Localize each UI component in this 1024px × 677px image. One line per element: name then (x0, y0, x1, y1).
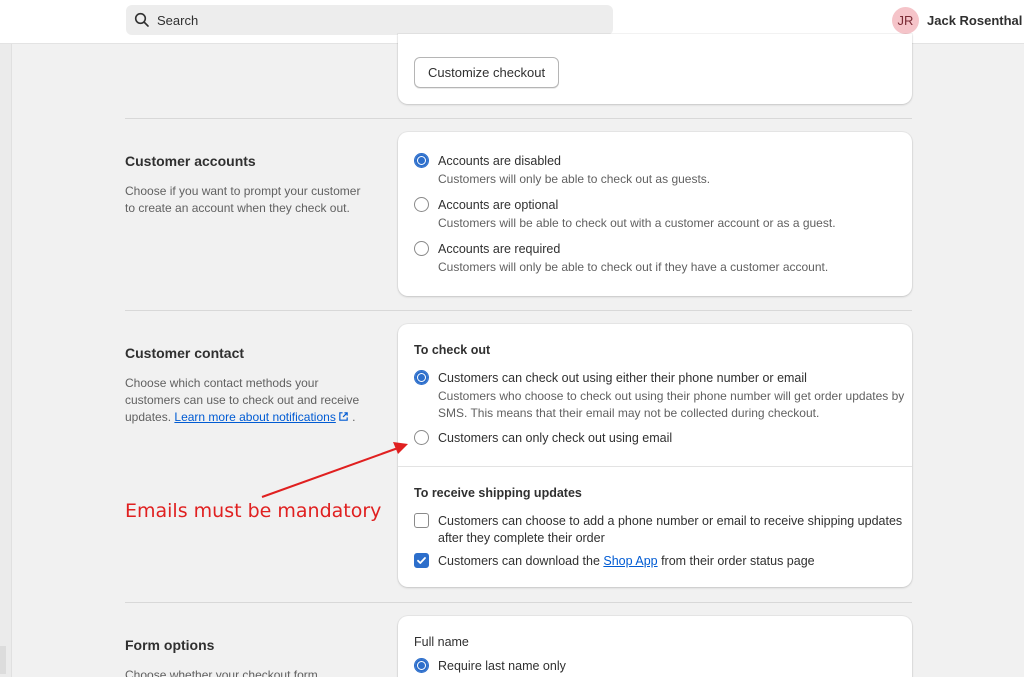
option-help: Customers will be able to check out with… (438, 216, 836, 230)
option-help: Customers will only be able to check out… (438, 260, 829, 274)
full-name-label: Full name (414, 635, 469, 649)
option-label: Customers can download the Shop App from… (438, 553, 815, 569)
checkout-style-card: Customize checkout (398, 34, 912, 104)
option-label: Accounts are required (438, 242, 561, 256)
radio-require-last-name[interactable] (414, 658, 429, 673)
option-label: Accounts are optional (438, 198, 559, 212)
radio-phone-or-email[interactable] (414, 370, 429, 385)
section-divider (125, 602, 912, 603)
accounts-disabled-option[interactable]: Accounts are disabled Customers will onl… (414, 153, 710, 188)
customer-accounts-title: Customer accounts (125, 153, 256, 169)
radio-email-only[interactable] (414, 430, 429, 445)
form-options-title: Form options (125, 637, 215, 653)
left-sidebar-edge (0, 44, 12, 677)
search-bar[interactable]: Search (126, 5, 613, 35)
search-placeholder: Search (157, 12, 199, 28)
customer-accounts-card: Accounts are disabled Customers will onl… (398, 132, 912, 296)
customer-contact-card: To check out Customers can check out usi… (398, 324, 912, 587)
radio-accounts-optional[interactable] (414, 197, 429, 212)
description-end: . (352, 410, 356, 424)
shipping-updates-option[interactable]: Customers can choose to add a phone numb… (414, 513, 908, 547)
sidebar-handle[interactable] (0, 646, 6, 674)
checkmark-icon (417, 557, 426, 564)
form-options-card: Full name Require last name only (398, 616, 912, 677)
form-options-description: Choose whether your checkout form (125, 668, 318, 677)
label-before: Customers can download the (438, 554, 604, 568)
section-divider (125, 310, 912, 311)
annotation-text: Emails must be mandatory (125, 500, 382, 522)
checkbox-shipping-updates[interactable] (414, 513, 429, 528)
option-label: Customers can check out using either the… (438, 371, 807, 385)
shop-app-option[interactable]: Customers can download the Shop App from… (414, 553, 815, 569)
user-menu[interactable]: JR Jack Rosenthal (892, 7, 1022, 34)
radio-accounts-required[interactable] (414, 241, 429, 256)
label-after: from their order status page (657, 554, 815, 568)
external-link-icon (339, 412, 348, 421)
search-icon (134, 12, 149, 27)
to-check-out-heading: To check out (414, 343, 491, 357)
section-divider (125, 118, 912, 119)
avatar: JR (892, 7, 919, 34)
option-help: Customers will only be able to check out… (438, 172, 711, 186)
accounts-required-option[interactable]: Accounts are required Customers will onl… (414, 241, 828, 276)
customer-accounts-description: Choose if you want to prompt your custom… (125, 184, 361, 215)
shipping-updates-heading: To receive shipping updates (414, 486, 582, 500)
option-label: Accounts are disabled (438, 154, 561, 168)
learn-more-notifications-link[interactable]: Learn more about notifications (174, 410, 335, 424)
option-label: Customers can only check out using email (438, 431, 673, 445)
checkout-email-only-option[interactable]: Customers can only check out using email (414, 430, 672, 446)
checkout-phone-or-email-option[interactable]: Customers can check out using either the… (414, 370, 908, 422)
option-help: Customers who choose to check out using … (438, 389, 905, 420)
require-last-name-option[interactable]: Require last name only (414, 658, 566, 674)
customize-checkout-button[interactable]: Customize checkout (414, 57, 560, 88)
checkbox-shop-app[interactable] (414, 553, 429, 568)
shop-app-link[interactable]: Shop App (603, 554, 657, 568)
arrow-line (261, 447, 399, 498)
customer-contact-title: Customer contact (125, 345, 245, 361)
user-name: Jack Rosenthal (927, 13, 1023, 28)
accounts-optional-option[interactable]: Accounts are optional Customers will be … (414, 197, 836, 232)
option-label: Customers can choose to add a phone numb… (438, 514, 903, 545)
radio-accounts-disabled[interactable] (414, 153, 429, 168)
card-divider (398, 466, 912, 467)
option-label: Require last name only (438, 659, 566, 673)
customer-contact-description: Choose which contact methods your custom… (125, 375, 370, 426)
